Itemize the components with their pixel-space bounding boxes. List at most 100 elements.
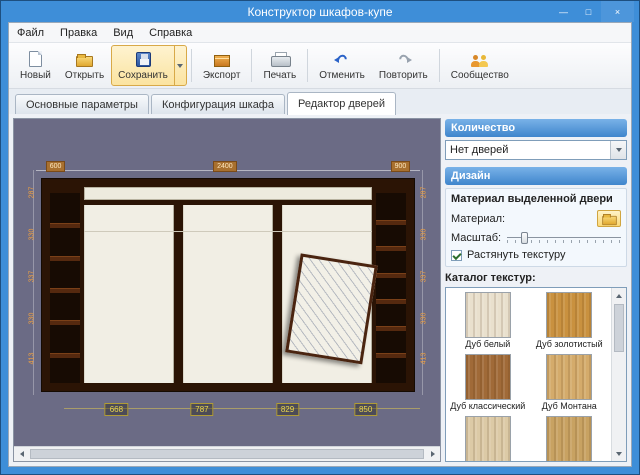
chevron-down-icon	[616, 148, 622, 152]
tab-wardrobe-configuration[interactable]: Конфигурация шкафа	[151, 94, 285, 114]
scroll-left-button[interactable]	[14, 447, 29, 461]
shelf	[50, 353, 80, 358]
scrollbar-thumb[interactable]	[614, 304, 624, 352]
texture-swatch	[465, 292, 511, 338]
scrollbar-thumb[interactable]	[30, 449, 424, 459]
scroll-right-button[interactable]	[425, 447, 440, 461]
dimension-label: 287	[421, 178, 428, 208]
open-folder-icon	[76, 50, 93, 68]
dimension-label: 850	[354, 403, 377, 416]
stretch-checkbox-label[interactable]: Растянуть текстуру	[467, 249, 565, 261]
dimension-label: 787	[190, 403, 213, 416]
export-button-label: Экспорт	[203, 70, 241, 81]
catalog-vertical-scrollbar[interactable]	[611, 288, 626, 461]
stretch-texture-row: Растянуть текстуру	[451, 249, 621, 261]
stretch-checkbox[interactable]	[451, 250, 462, 261]
scrollbar-track[interactable]	[612, 353, 626, 446]
texture-catalog-list[interactable]: Дуб белый Дуб золотистый Дуб классически…	[445, 287, 627, 462]
material-group: Материал выделенной двери Материал: Масш…	[445, 188, 627, 267]
community-button[interactable]: Сообщество	[444, 45, 516, 86]
design-canvas[interactable]: 600 2400 900 287 330 337 330 413 287 330…	[13, 118, 441, 462]
texture-name: Дуб золотистый	[536, 339, 603, 350]
tab-main-parameters[interactable]: Основные параметры	[15, 94, 149, 114]
export-box-icon	[214, 50, 230, 68]
scale-slider[interactable]	[507, 231, 621, 245]
material-group-title: Материал выделенной двери	[451, 193, 621, 205]
folder-icon	[602, 216, 616, 225]
texture-item[interactable]: Дуб золотистый	[532, 292, 608, 350]
undo-button[interactable]: Отменить	[312, 45, 372, 86]
save-button-group: Сохранить	[111, 45, 187, 86]
shelf	[376, 326, 406, 331]
wardrobe-right-section[interactable]	[376, 193, 406, 383]
undo-button-label: Отменить	[319, 70, 365, 81]
texture-item[interactable]: Дуб белый	[450, 292, 526, 350]
dimension-label: 337	[421, 262, 428, 292]
material-label: Материал:	[451, 213, 505, 225]
dropdown-selected-value: Нет дверей	[446, 144, 610, 156]
save-button-label: Сохранить	[118, 70, 168, 81]
toolbar: Новый Открыть Сохранить Экспорт	[9, 43, 631, 89]
quantity-section-header: Количество	[445, 119, 627, 137]
slider-thumb[interactable]	[521, 232, 528, 244]
canvas-horizontal-scrollbar[interactable]	[14, 446, 440, 461]
dimension-label: 413	[421, 344, 428, 374]
browse-material-button[interactable]	[597, 210, 621, 227]
shelf	[376, 273, 406, 278]
texture-catalog-label: Каталог текстур:	[445, 272, 627, 284]
minimize-icon: —	[559, 7, 568, 17]
menu-view[interactable]: Вид	[105, 23, 141, 42]
close-icon: ×	[615, 7, 620, 17]
dimension-label: 668	[105, 403, 128, 416]
wardrobe-left-section[interactable]	[50, 193, 80, 383]
export-button[interactable]: Экспорт	[196, 45, 248, 86]
texture-item[interactable]: Дуб Монтана	[532, 354, 608, 412]
door-count-dropdown[interactable]: Нет дверей	[445, 140, 627, 160]
minimize-button[interactable]: —	[551, 1, 576, 22]
print-button[interactable]: Печать	[256, 45, 303, 86]
texture-item[interactable]: Дуб	[532, 416, 608, 462]
design-section-header: Дизайн	[445, 167, 627, 185]
dimension-label: 330	[421, 220, 428, 250]
toolbar-separator	[439, 49, 440, 82]
texture-name: Дуб классический	[450, 401, 525, 412]
save-floppy-icon	[136, 50, 151, 68]
new-document-icon	[29, 50, 42, 68]
open-button[interactable]: Открыть	[58, 45, 111, 86]
dimension-label: 330	[29, 220, 36, 250]
tab-door-editor[interactable]: Редактор дверей	[287, 92, 396, 115]
shelf	[50, 256, 80, 261]
redo-button[interactable]: Повторить	[372, 45, 435, 86]
scroll-down-button[interactable]	[612, 446, 626, 461]
maximize-button[interactable]: □	[576, 1, 601, 22]
menu-edit[interactable]: Правка	[52, 23, 105, 42]
maximize-icon: □	[586, 7, 591, 17]
undo-arrow-icon	[335, 50, 350, 68]
window-title: Конструктор шкафов-купе	[247, 5, 392, 19]
properties-panel: Количество Нет дверей Дизайн Материал вы…	[445, 118, 627, 462]
arrow-up-icon	[616, 294, 622, 298]
menu-help[interactable]: Справка	[141, 23, 200, 42]
open-mirror-door[interactable]	[285, 253, 378, 364]
shelf	[376, 299, 406, 304]
dimension-label: 900	[391, 161, 411, 172]
close-button[interactable]: ×	[601, 1, 634, 22]
new-button[interactable]: Новый	[13, 45, 58, 86]
title-bar[interactable]: Конструктор шкафов-купе — □ ×	[8, 1, 632, 22]
print-button-label: Печать	[263, 70, 296, 81]
menu-file[interactable]: Файл	[9, 23, 52, 42]
wardrobe-drawing[interactable]: 600 2400 900 287 330 337 330 413 287 330…	[42, 179, 414, 391]
texture-item[interactable]: Дуб классический	[450, 354, 526, 412]
dimension-label: 337	[29, 262, 36, 292]
dropdown-arrow-button[interactable]	[610, 141, 626, 159]
dimension-label: 330	[421, 304, 428, 334]
scroll-up-button[interactable]	[612, 288, 626, 303]
save-button[interactable]: Сохранить	[112, 46, 174, 85]
texture-item[interactable]: Дуб светлый	[450, 416, 526, 462]
texture-swatch	[546, 354, 592, 400]
texture-name: Дуб белый	[465, 339, 510, 350]
arrow-left-icon	[20, 451, 24, 457]
save-dropdown-button[interactable]	[174, 46, 186, 85]
redo-arrow-icon	[396, 50, 411, 68]
community-people-icon	[470, 50, 490, 68]
